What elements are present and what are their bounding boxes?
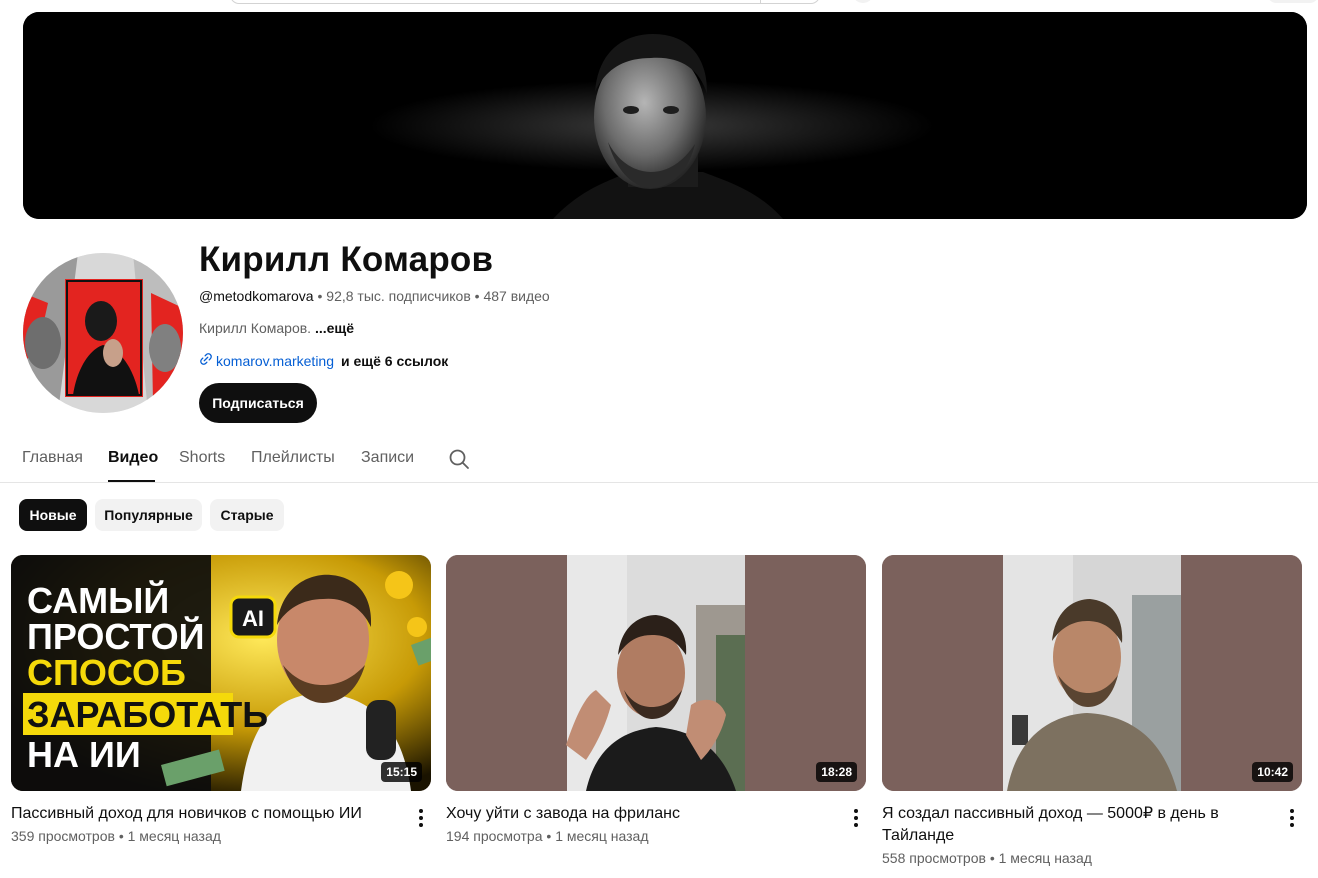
search-box[interactable] [230,0,820,4]
thumb-text-line-3: СПОСОБ [27,652,186,693]
chip-oldest[interactable]: Старые [210,499,284,531]
channel-description[interactable]: Кирилл Комаров. ...ещё [199,320,354,336]
description-text: Кирилл Комаров. [199,320,312,336]
search-icon[interactable] [447,447,471,471]
channel-link[interactable]: komarov.marketing [216,353,334,369]
video-age: 1 месяц назад [555,828,649,844]
active-tab-indicator [108,480,155,482]
video-views: 359 просмотров [11,828,115,844]
video-title[interactable]: Хочу уйти с завода на фриланс [446,803,826,825]
meta-separator: • [474,288,480,304]
video-card[interactable]: AI САМЫЙ ПРОСТОЙ СПОСОБ ЗАРАБОТАТЬ НА ИИ… [11,555,431,844]
more-links-button[interactable]: и ещё 6 ссылок [341,353,448,369]
video-meta: 359 просмотров • 1 месяц назад [11,828,221,844]
meta-separator: • [317,288,323,304]
channel-banner [23,12,1307,219]
video-thumbnail[interactable]: AI САМЫЙ ПРОСТОЙ СПОСОБ ЗАРАБОТАТЬ НА ИИ… [11,555,431,791]
video-duration: 15:15 [381,762,422,782]
video-title[interactable]: Пассивный доход для новичков с помощью И… [11,803,391,825]
description-more-button[interactable]: ...ещё [315,320,354,336]
channel-links: komarov.marketing и ещё 6 ссылок [199,352,448,369]
tab-posts[interactable]: Записи [361,449,414,467]
video-count: 487 видео [483,288,550,304]
video-title[interactable]: Я создал пассивный доход — 5000₽ в день … [882,803,1262,847]
video-age: 1 месяц назад [998,850,1092,866]
video-meta: 194 просмотра • 1 месяц назад [446,828,649,844]
subscriber-count: 92,8 тыс. подписчиков [326,288,471,304]
tab-home[interactable]: Главная [22,449,83,467]
voice-search-button[interactable] [852,0,874,3]
video-duration: 18:28 [816,762,857,782]
thumb-text-line-1: САМЫЙ [27,579,169,621]
video-thumbnail[interactable]: 10:42 [882,555,1302,791]
subscribe-button[interactable]: Подписаться [199,383,317,423]
more-vert-icon[interactable] [1284,807,1300,829]
video-views: 558 просмотров [882,850,986,866]
link-icon [199,352,213,369]
tab-playlists[interactable]: Плейлисты [251,449,335,467]
thumb-text-line-2: ПРОСТОЙ [27,615,205,657]
thumb-ai-badge: AI [242,606,264,631]
video-card[interactable]: 10:42 Я создал пассивный доход — 5000₽ в… [882,555,1302,866]
thumb-text-line-4: ЗАРАБОТАТЬ [27,694,268,735]
more-vert-icon[interactable] [848,807,864,829]
video-meta: 558 просмотров • 1 месяц назад [882,850,1092,866]
video-thumbnail[interactable]: 18:28 [446,555,866,791]
video-card[interactable]: 18:28 Хочу уйти с завода на фриланс 194 … [446,555,866,844]
search-button[interactable] [760,0,820,4]
more-vert-icon[interactable] [413,807,429,829]
channel-tabs: Главная Видео Shorts Плейлисты Записи [0,437,1318,483]
video-views: 194 просмотра [446,828,543,844]
chip-newest[interactable]: Новые [19,499,87,531]
chip-popular[interactable]: Популярные [95,499,202,531]
channel-meta: @metodkomarova • 92,8 тыс. подписчиков •… [199,288,550,304]
meta-separator: • [989,850,995,866]
header-action-button[interactable] [1268,0,1318,3]
channel-avatar[interactable] [23,253,183,413]
channel-handle: @metodkomarova [199,288,314,304]
video-duration: 10:42 [1252,762,1293,782]
tab-videos[interactable]: Видео [108,449,158,467]
channel-name: Кирилл Комаров [199,240,494,279]
video-age: 1 месяц назад [127,828,221,844]
tab-shorts[interactable]: Shorts [179,449,225,467]
meta-separator: • [118,828,124,844]
top-header-remnant [0,0,1318,8]
meta-separator: • [546,828,552,844]
thumb-text-line-5: НА ИИ [27,734,141,775]
